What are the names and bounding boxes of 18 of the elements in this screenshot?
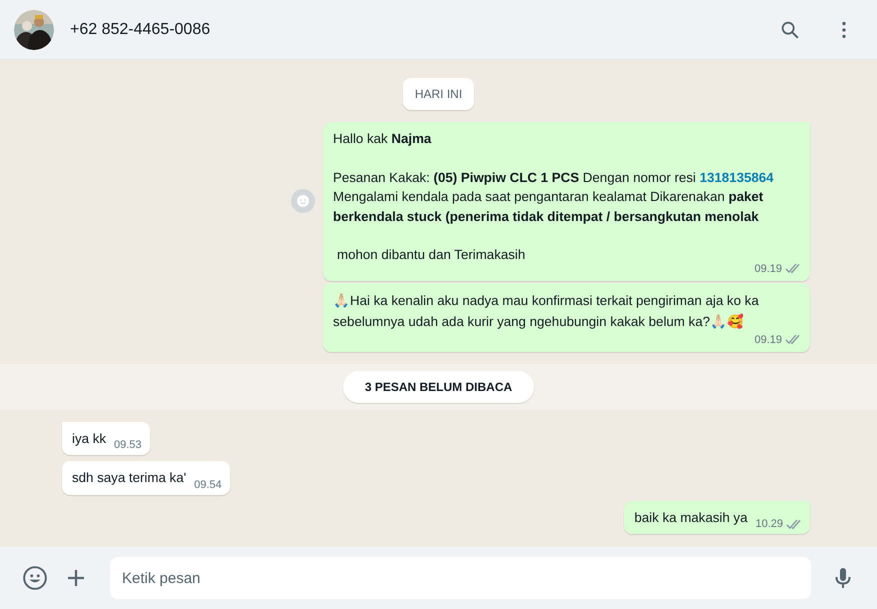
emoji-icon[interactable] [22,565,48,591]
contact-name: +62 852-4465-0086 [70,20,210,38]
message-text: mohon dibantu dan Terimakasih [336,246,526,264]
message-text: Pesanan Kakak: (05) Piwpiw CLC 1 PCS Dengan nomor resi 1318135864 Mengalami kendala pada saat pengantaran kealamat Dikarenakan paket berkendala stuck (penerima tidak ditempat / bersangkutan menolak [333,168,775,226]
unread-pill: 3 PESAN BELUM DIBACA [342,370,534,402]
message-time: 09.19 [754,334,782,346]
message-text: 🙏🏻Hai ka kenalin aku nadya mau konfirmasi terkait pengiriman aja ko ka sebelumnya udah ada kurir yang ngehubungin kakak belum ka?🙏🏻🥰 [333,292,760,331]
message-time: 09.54 [194,478,222,490]
message-text: iya kk [72,430,106,448]
message-time: 10.29 [755,518,783,530]
tracking-link[interactable]: 1318135864 [700,170,774,184]
message-text: sdh saya terima ka' [72,469,186,487]
message-input[interactable]: Ketik pesan [110,557,811,599]
message-text: baik ka makasih ya [634,508,748,527]
message-time: 09.19 [754,262,782,274]
date-pill: HARI INI [402,78,474,110]
message-text: Hallo kak Najma [333,130,432,148]
message-time: 09.53 [114,439,142,451]
